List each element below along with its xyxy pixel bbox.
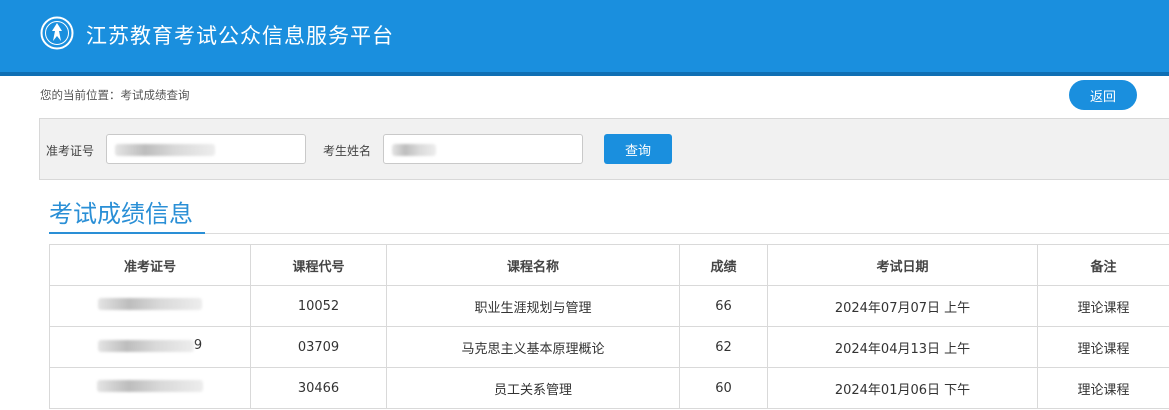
exam-date-cell: 2024年01月06日 下午 [767, 367, 1038, 409]
ticket-number-cell [49, 285, 251, 327]
remarks-cell: 理论课程 [1037, 285, 1169, 327]
column-header-course-code: 课程代号 [250, 244, 387, 286]
course-name-cell: 员工关系管理 [386, 367, 680, 409]
emblem-icon [40, 16, 74, 50]
candidate-name-label: 考生姓名 [323, 144, 372, 158]
remarks-cell: 理论课程 [1037, 367, 1169, 409]
candidate-name-input[interactable] [383, 134, 583, 164]
column-header-remarks: 备注 [1037, 244, 1169, 286]
course-name-cell: 职业生涯规划与管理 [386, 285, 680, 327]
ticket-number-cell: 9 [49, 326, 251, 368]
redacted-value [115, 143, 215, 156]
score-cell: 60 [679, 367, 768, 409]
column-header-exam-date: 考试日期 [767, 244, 1038, 286]
breadcrumb: 您的当前位置：考试成绩查询 [40, 88, 190, 102]
table-row: 30466 员工关系管理 60 2024年01月06日 下午 理论课程 [49, 367, 1169, 409]
section-title: 考试成绩信息 [49, 200, 193, 228]
site-header: 江苏教育考试公众信息服务平台 [0, 0, 1169, 76]
search-panel: 准考证号 考生姓名 查询 [39, 118, 1169, 180]
table-row: 9 03709 马克思主义基本原理概论 62 2024年04月13日 上午 理论… [49, 326, 1169, 368]
section-title-underline [49, 232, 205, 234]
query-button[interactable]: 查询 [604, 134, 672, 164]
course-code-cell: 03709 [250, 326, 387, 368]
redacted-value [98, 298, 202, 310]
redacted-value [392, 143, 436, 156]
score-cell: 66 [679, 285, 768, 327]
table-row: 10052 职业生涯规划与管理 66 2024年07月07日 上午 理论课程 [49, 285, 1169, 327]
score-cell: 62 [679, 326, 768, 368]
ticket-number-input[interactable] [106, 134, 306, 164]
exam-date-cell: 2024年04月13日 上午 [767, 326, 1038, 368]
column-header-course-name: 课程名称 [386, 244, 680, 286]
ticket-number-cell [49, 367, 251, 409]
course-code-cell: 10052 [250, 285, 387, 327]
column-header-ticket-number: 准考证号 [49, 244, 251, 286]
course-name-cell: 马克思主义基本原理概论 [386, 326, 680, 368]
table-header-row: 准考证号 课程代号 课程名称 成绩 考试日期 备注 [49, 244, 1169, 286]
remarks-cell: 理论课程 [1037, 326, 1169, 368]
site-title: 江苏教育考试公众信息服务平台 [86, 24, 394, 48]
redacted-value [97, 380, 203, 392]
redacted-value [97, 339, 194, 352]
scores-table: 准考证号 课程代号 课程名称 成绩 考试日期 备注 10052 职业生涯规划与管… [49, 244, 1169, 409]
column-header-score: 成绩 [679, 244, 768, 286]
section-divider [205, 233, 1169, 234]
course-code-cell: 30466 [250, 367, 387, 409]
back-button[interactable]: 返回 [1069, 80, 1137, 110]
ticket-number-label: 准考证号 [46, 144, 95, 158]
exam-date-cell: 2024年07月07日 上午 [767, 285, 1038, 327]
